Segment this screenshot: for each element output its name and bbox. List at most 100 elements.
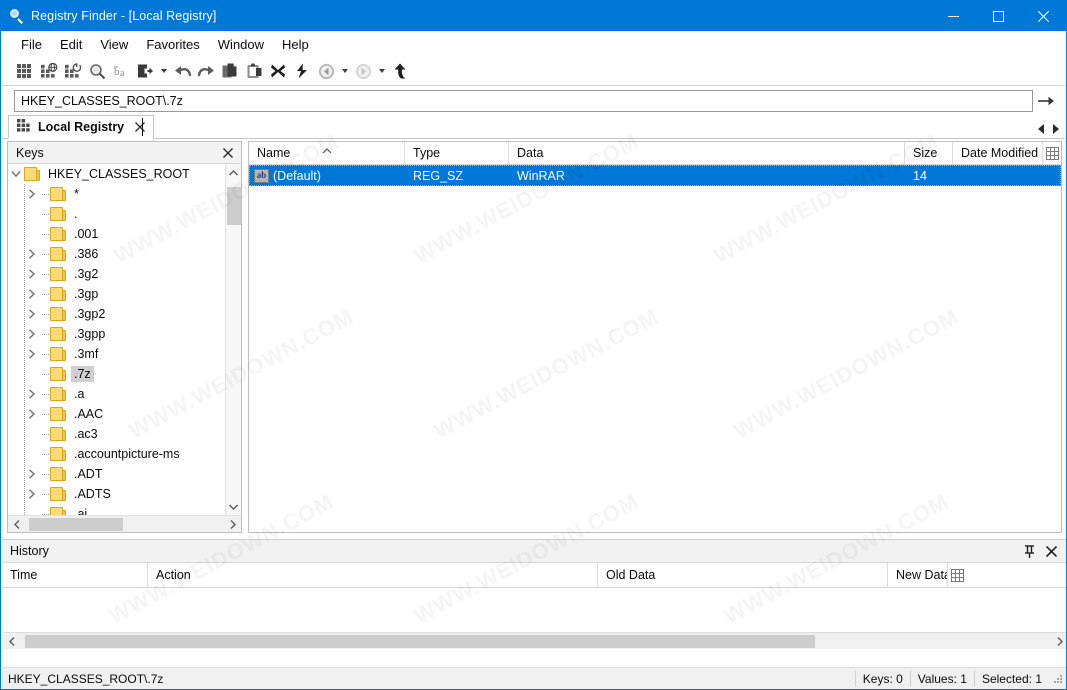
tree-item[interactable]: .ADT [8,464,225,484]
keys-tree[interactable]: HKEY_CLASSES_ROOT *. .001 .386 .3g2 .3gp .3gp2… [8,164,225,515]
history-pane-close-icon[interactable] [1042,542,1060,560]
find-icon[interactable] [85,59,109,83]
chevron-down-icon[interactable] [8,164,24,184]
forward-icon[interactable] [351,59,375,83]
redo-icon[interactable] [194,59,218,83]
keys-tree-vscroll-track[interactable] [226,181,242,498]
keys-pane-close-icon[interactable] [219,144,237,162]
column-chooser-grid-icon[interactable] [948,563,966,587]
values-list[interactable]: ab (Default) REG_SZ WinRAR 14 [249,165,1061,186]
tree-item[interactable]: .3gpp [8,324,225,344]
tree-item[interactable]: .3gp [8,284,225,304]
refresh-icon[interactable] [290,59,314,83]
keys-tree-vscrollbar[interactable] [225,164,241,515]
keys-tree-vscroll-thumb[interactable] [226,187,241,225]
scroll-down-icon[interactable] [229,498,238,515]
export-dropdown-icon[interactable] [157,59,170,83]
tree-item[interactable]: . [8,204,225,224]
close-button[interactable] [1021,1,1066,31]
tree-item[interactable]: HKEY_CLASSES_ROOT [8,164,225,184]
history-column-action[interactable]: Action [148,563,598,587]
history-column-old-data[interactable]: Old Data [598,563,888,587]
menu-window[interactable]: Window [209,34,273,55]
history-hscrollbar[interactable] [3,632,1066,650]
menu-favorites[interactable]: Favorites [137,34,208,55]
tree-item[interactable]: .3mf [8,344,225,364]
chevron-right-icon[interactable] [24,464,40,484]
tree-item[interactable]: * [8,184,225,204]
tree-item[interactable]: .ac3 [8,424,225,444]
address-input[interactable]: HKEY_CLASSES_ROOT\.7z [14,89,1033,112]
history-column-time[interactable]: Time [2,563,148,587]
values-column-data[interactable]: Data [509,142,905,164]
chevron-right-icon[interactable] [24,384,40,404]
history-list[interactable] [2,588,1066,628]
tree-item[interactable]: .3gp2 [8,304,225,324]
tab-local-registry[interactable]: Local Registry [8,115,155,139]
resize-grip-icon[interactable] [1051,672,1065,686]
chevron-right-icon[interactable] [24,324,40,344]
values-row[interactable]: ab (Default) REG_SZ WinRAR 14 [249,165,1061,186]
minimize-button[interactable] [931,1,976,31]
copy-icon[interactable] [218,59,242,83]
back-dropdown-icon[interactable] [338,59,351,83]
scroll-right-icon[interactable] [1051,636,1066,646]
scroll-up-icon[interactable] [229,164,238,181]
forward-dropdown-icon[interactable] [375,59,388,83]
history-column-header[interactable]: Time Action Old Data New Data [2,563,1066,588]
remote-registry-icon[interactable] [37,59,61,83]
values-column-header[interactable]: Name Type Data Size Date Modified [249,142,1061,165]
delete-icon[interactable] [266,59,290,83]
maximize-button[interactable] [976,1,1021,31]
values-column-name[interactable]: Name [249,142,405,164]
keys-tree-hscroll-track[interactable] [25,516,224,533]
tree-item[interactable]: .7z [8,364,225,384]
tree-item[interactable]: .accountpicture-ms [8,444,225,464]
tree-item[interactable]: .ai [8,504,225,515]
tree-item[interactable]: .386 [8,244,225,264]
export-icon[interactable] [133,59,157,83]
registry-file-icon[interactable] [61,59,85,83]
chevron-right-icon[interactable] [24,184,40,204]
menu-help[interactable]: Help [273,34,318,55]
chevron-right-icon[interactable] [24,404,40,424]
replace-icon[interactable]: b a [109,59,133,83]
go-arrow-icon[interactable] [1033,90,1059,112]
column-chooser-grid-icon[interactable] [1043,142,1061,164]
tree-item[interactable]: .AAC [8,404,225,424]
chevron-right-icon[interactable] [24,344,40,364]
history-hscroll-track[interactable] [20,633,1051,650]
tab-close-icon[interactable] [133,120,147,134]
scroll-left-icon[interactable] [3,636,20,646]
tab-scroll-left-icon[interactable] [1038,124,1044,134]
scroll-left-icon[interactable] [8,519,25,529]
tree-item[interactable]: .ADTS [8,484,225,504]
history-column-new-data[interactable]: New Data [888,563,948,587]
values-column-type[interactable]: Type [405,142,509,164]
history-hscroll-thumb[interactable] [25,634,815,648]
values-column-date-modified[interactable]: Date Modified [953,142,1043,164]
tree-item[interactable]: .3g2 [8,264,225,284]
keys-tree-hscrollbar[interactable] [8,515,241,532]
tree-item[interactable]: .a [8,384,225,404]
keys-tree-hscroll-thumb[interactable] [29,517,123,531]
magnifier-icon [9,8,25,24]
menu-file[interactable]: File [12,34,51,55]
up-icon[interactable] [388,59,412,83]
undo-icon[interactable] [170,59,194,83]
menu-edit[interactable]: Edit [51,34,91,55]
back-icon[interactable] [314,59,338,83]
tab-scroll-right-icon[interactable] [1053,124,1059,134]
chevron-right-icon[interactable] [24,264,40,284]
tree-item[interactable]: .001 [8,224,225,244]
chevron-right-icon[interactable] [24,484,40,504]
chevron-right-icon[interactable] [24,304,40,324]
menu-view[interactable]: View [91,34,137,55]
scroll-right-icon[interactable] [224,519,241,529]
paste-icon[interactable] [242,59,266,83]
chevron-right-icon[interactable] [24,284,40,304]
local-registry-icon[interactable] [13,59,37,83]
values-column-size[interactable]: Size [905,142,953,164]
chevron-right-icon[interactable] [24,244,40,264]
pin-icon[interactable] [1020,542,1038,560]
